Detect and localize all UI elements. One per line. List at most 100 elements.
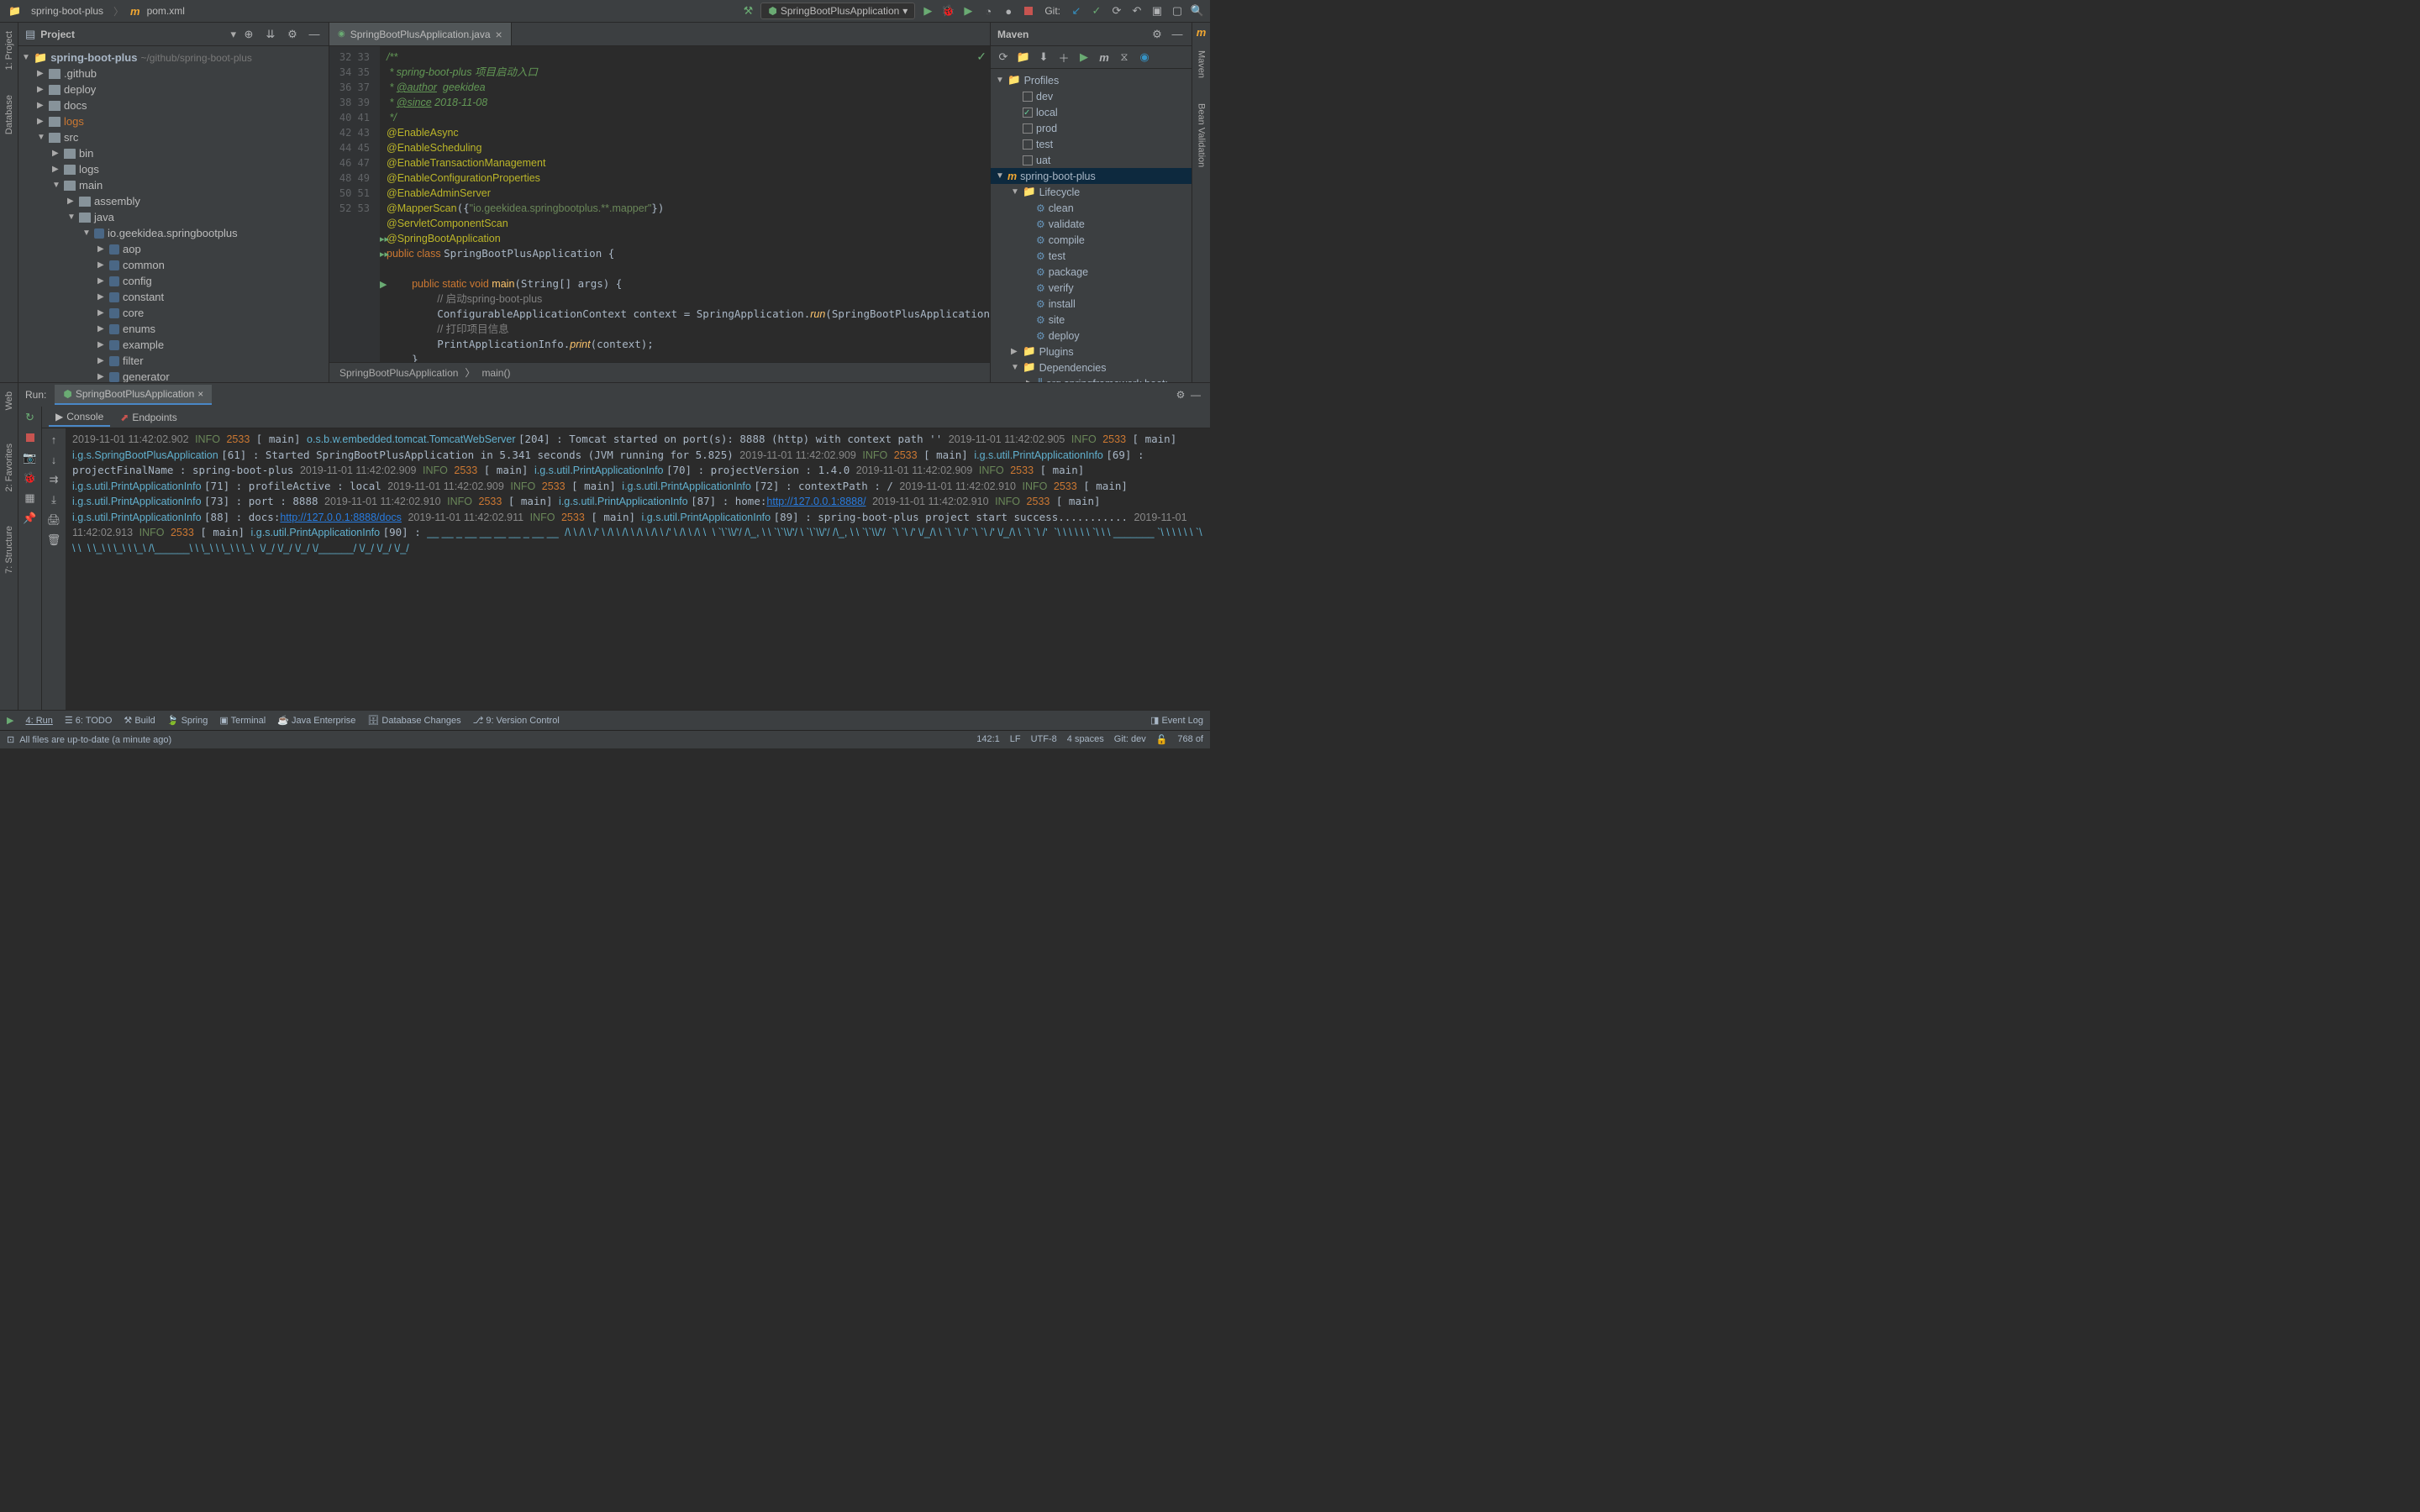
memory-indicator[interactable]: 768 of — [1177, 734, 1203, 745]
tree-row[interactable]: ▶generator — [18, 369, 329, 382]
encoding[interactable]: UTF-8 — [1031, 734, 1057, 745]
bottom-tab-run[interactable]: 4: Run — [25, 716, 52, 726]
wrap-icon[interactable]: ⇉ — [46, 472, 61, 487]
tree-row[interactable]: ▶.github — [18, 66, 329, 81]
git-branch[interactable]: Git: dev — [1114, 734, 1146, 745]
maven-row[interactable]: local — [991, 104, 1192, 120]
maven-row[interactable]: ▼mspring-boot-plus — [991, 168, 1192, 184]
profile-icon[interactable]: ◔ — [981, 3, 996, 18]
maven-row[interactable]: ⚙package — [991, 264, 1192, 280]
run-line-icon[interactable]: ▶ — [380, 279, 387, 290]
run-tab-active[interactable]: ⬢ SpringBootPlusApplication × — [55, 385, 212, 405]
maven-row[interactable]: ⚙validate — [991, 216, 1192, 232]
tree-row[interactable]: ▶aop — [18, 241, 329, 257]
tree-row[interactable]: ▶deploy — [18, 81, 329, 97]
git-history-icon[interactable]: ⟳ — [1109, 3, 1124, 18]
debug-icon[interactable]: 🐞 — [23, 470, 38, 486]
lock-icon[interactable]: 🔓 — [1156, 734, 1168, 745]
maven-row[interactable]: ▶📁Plugins — [991, 344, 1192, 360]
tree-row[interactable]: ▶logs — [18, 113, 329, 129]
side-tab-database[interactable]: Database — [3, 90, 16, 139]
run-gutter-icon[interactable]: ▸▸ — [380, 234, 389, 244]
presentation-icon[interactable]: ▢ — [1170, 3, 1185, 18]
editor-breadcrumb[interactable]: SpringBootPlusApplication〉main() — [329, 362, 990, 382]
tree-row[interactable]: ▶enums — [18, 321, 329, 337]
maven-row[interactable]: ▼📁Lifecycle — [991, 184, 1192, 200]
close-icon[interactable]: × — [496, 28, 502, 41]
indent[interactable]: 4 spaces — [1067, 734, 1104, 745]
run-maven-icon[interactable]: ▶ — [1076, 50, 1092, 65]
camera-icon[interactable]: 📷 — [23, 450, 38, 465]
bottom-tab-terminal[interactable]: ▣ Terminal — [219, 715, 266, 726]
offline-icon[interactable]: ◉ — [1137, 50, 1152, 65]
maven-row[interactable]: ▶⫼org.springframework.boot: — [991, 375, 1192, 382]
tree-row[interactable]: ▶core — [18, 305, 329, 321]
run-icon[interactable]: ▶ — [920, 3, 935, 18]
collapse-icon[interactable]: ⇊ — [263, 27, 278, 42]
reimport-icon[interactable]: ⟳ — [996, 50, 1011, 65]
pin-icon[interactable]: 📌 — [23, 511, 38, 526]
side-tab-maven[interactable]: Maven — [1195, 45, 1208, 83]
side-tab-structure[interactable]: 7: Structure — [3, 521, 16, 579]
target-icon[interactable]: ⊕ — [241, 27, 256, 42]
maven-row[interactable]: ⚙test — [991, 248, 1192, 264]
event-log-button[interactable]: ◨ Event Log — [1150, 715, 1203, 726]
maven-row[interactable]: ▼📁Profiles — [991, 72, 1192, 88]
tree-row[interactable]: ▶docs — [18, 97, 329, 113]
clear-icon[interactable]: 🗑 — [46, 533, 61, 548]
build-icon[interactable]: ⚒ — [740, 3, 755, 18]
project-title[interactable]: Project — [40, 29, 225, 40]
tree-row[interactable]: ▶filter — [18, 353, 329, 369]
hide-icon[interactable]: — — [1188, 387, 1203, 402]
maven-row[interactable]: prod — [991, 120, 1192, 136]
skip-tests-icon[interactable]: ⧖ — [1117, 50, 1132, 65]
tree-row[interactable]: ▶example — [18, 337, 329, 353]
bottom-tab-java-enterprise[interactable]: ☕ Java Enterprise — [277, 715, 355, 726]
hide-icon[interactable]: — — [1170, 27, 1185, 42]
tree-row[interactable]: ▼io.geekidea.springbootplus — [18, 225, 329, 241]
side-tab-web[interactable]: Web — [3, 386, 16, 415]
maven-toggle-icon[interactable]: m — [1197, 26, 1207, 39]
bottom-tab-version-control[interactable]: ⎇ 9: Version Control — [473, 715, 560, 726]
download-icon[interactable]: ⬇ — [1036, 50, 1051, 65]
code-editor[interactable]: ✓ 32 33 34 35 36 37 38 39 40 41 42 43 44… — [329, 46, 990, 362]
inspection-ok-icon[interactable]: ✓ — [976, 50, 986, 64]
code-content[interactable]: /** * spring-boot-plus 项目启动入口 * @author … — [380, 46, 990, 362]
tree-row[interactable]: ▶bin — [18, 145, 329, 161]
maven-row[interactable]: uat — [991, 152, 1192, 168]
project-tree[interactable]: ▼📁 spring-boot-plus ~/github/spring-boot… — [18, 46, 329, 382]
print-icon[interactable]: 🖨 — [46, 512, 61, 528]
tree-row[interactable]: ▼main — [18, 177, 329, 193]
editor-tab-active[interactable]: ◉ SpringBootPlusApplication.java × — [329, 23, 512, 45]
tree-row[interactable]: ▼src — [18, 129, 329, 145]
maven-icon[interactable]: m — [1097, 50, 1112, 65]
hide-icon[interactable]: — — [307, 27, 322, 42]
tree-row[interactable]: ▶assembly — [18, 193, 329, 209]
breadcrumb-root[interactable]: spring-boot-plus — [28, 3, 107, 18]
maven-row[interactable]: ⚙verify — [991, 280, 1192, 296]
attach-icon[interactable]: ● — [1001, 3, 1016, 18]
chevron-down-icon[interactable]: ▾ — [230, 28, 236, 41]
close-icon[interactable]: × — [197, 388, 203, 400]
run-indicator-icon[interactable]: ▶ — [7, 715, 13, 726]
breadcrumb-file[interactable]: pom.xml — [144, 3, 188, 18]
debug-icon[interactable]: 🐞 — [940, 3, 955, 18]
bottom-tab-build[interactable]: ⚒ Build — [124, 715, 155, 726]
tree-row[interactable]: ▶common — [18, 257, 329, 273]
git-update-icon[interactable]: ↙ — [1069, 3, 1084, 18]
add-icon[interactable]: ＋ — [1056, 50, 1071, 65]
tree-root[interactable]: ▼📁 spring-boot-plus ~/github/spring-boot… — [18, 50, 329, 66]
caret-position[interactable]: 142:1 — [976, 734, 1000, 745]
maven-row[interactable]: ⚙install — [991, 296, 1192, 312]
maven-row[interactable]: ▼📁Dependencies — [991, 360, 1192, 375]
stop-button[interactable] — [23, 430, 38, 445]
maven-row[interactable]: ⚙clean — [991, 200, 1192, 216]
git-revert-icon[interactable]: ↶ — [1129, 3, 1144, 18]
tree-row[interactable]: ▶config — [18, 273, 329, 289]
line-gutter[interactable]: 32 33 34 35 36 37 38 39 40 41 42 43 44 4… — [329, 46, 380, 362]
run-gutter-icon[interactable]: ▸▸ — [380, 249, 389, 260]
maven-row[interactable]: test — [991, 136, 1192, 152]
tree-row[interactable]: ▼java — [18, 209, 329, 225]
bottom-tab-database-changes[interactable]: 🗄 Database Changes — [367, 715, 460, 726]
scroll-icon[interactable]: ⤓ — [46, 492, 61, 507]
